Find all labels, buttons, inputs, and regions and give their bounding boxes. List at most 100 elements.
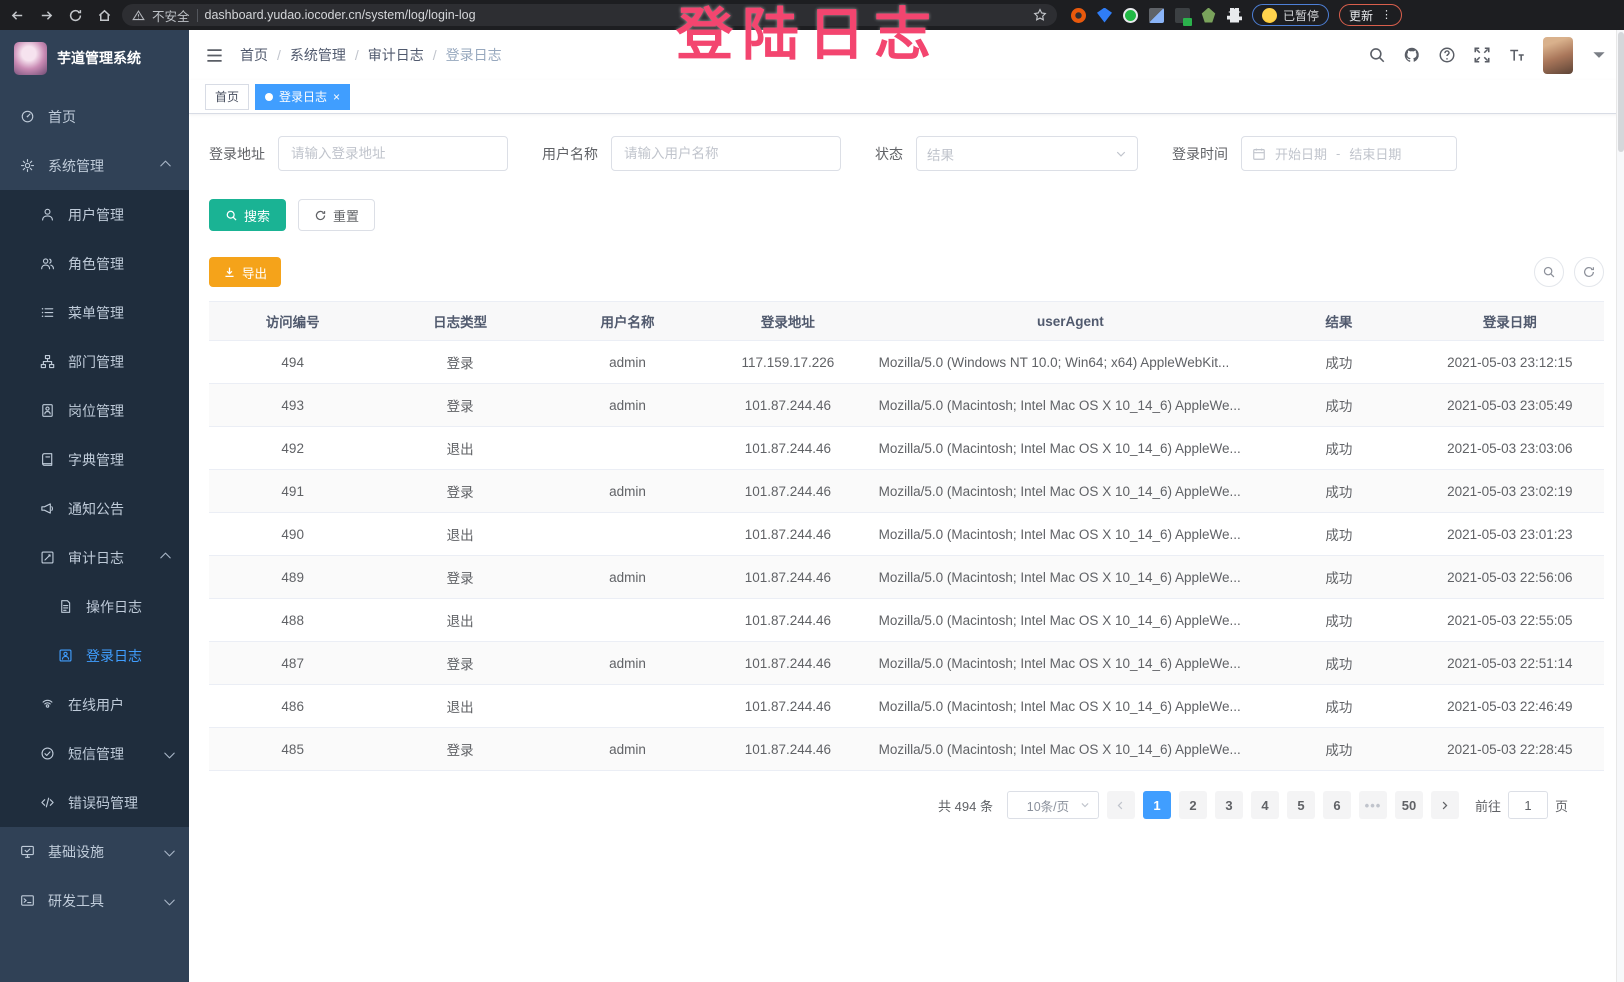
sidebar-logo-row[interactable]: 芋道管理系统: [0, 30, 189, 86]
address-bar[interactable]: 不安全 dashboard.yudao.iocoder.cn/system/lo…: [122, 4, 1057, 26]
breadcrumb-item[interactable]: 首页: [240, 45, 268, 65]
sidebar-item-dict-management[interactable]: 字典管理: [0, 435, 189, 484]
font-size-icon[interactable]: [1508, 46, 1526, 64]
sidebar-item-error-code-management[interactable]: 错误码管理: [0, 778, 189, 827]
table-row: 493登录admin101.87.244.46Mozilla/5.0 (Maci…: [209, 384, 1604, 427]
table-row: 491登录admin101.87.244.46Mozilla/5.0 (Maci…: [209, 470, 1604, 513]
username-label: 用户名称: [542, 144, 598, 164]
table-header-row: 访问编号日志类型用户名称登录地址userAgent结果登录日期: [209, 302, 1604, 341]
page-size-select[interactable]: 10条/页: [1007, 791, 1099, 819]
tag-item[interactable]: 首页: [205, 84, 249, 110]
page-ellipsis[interactable]: •••: [1359, 791, 1387, 819]
cell-result: 成功: [1262, 728, 1415, 771]
breadcrumb-item[interactable]: 系统管理: [290, 45, 346, 65]
online-users-icon: [40, 697, 55, 712]
breadcrumb: 首页/系统管理/审计日志/登录日志: [240, 45, 502, 65]
cell-type: 登录: [376, 384, 543, 427]
select-chevron-down-icon: [1115, 148, 1127, 160]
sidebar-item-role-management[interactable]: 角色管理: [0, 239, 189, 288]
bookmark-star-icon[interactable]: [1033, 8, 1047, 22]
login-time-range-picker[interactable]: 开始日期 - 结束日期: [1241, 136, 1457, 171]
sidebar-item-home[interactable]: 首页: [0, 92, 189, 141]
breadcrumb-item[interactable]: 审计日志: [368, 45, 424, 65]
sidebar-item-post-management[interactable]: 岗位管理: [0, 386, 189, 435]
cell-username: admin: [544, 728, 711, 771]
extension-icon-gem[interactable]: [1097, 8, 1112, 23]
user-management-icon: [40, 207, 55, 222]
page-button-3[interactable]: 3: [1215, 791, 1243, 819]
window-scrollbar[interactable]: [1616, 30, 1624, 982]
sidebar-item-label: 研发工具: [48, 891, 104, 911]
sidebar-item-menu-management[interactable]: 菜单管理: [0, 288, 189, 337]
tag-close-icon[interactable]: ×: [333, 91, 340, 103]
cell-date: 2021-05-03 22:56:06: [1416, 556, 1604, 599]
browser-reload-icon[interactable]: [68, 8, 83, 23]
status-select[interactable]: 结果: [916, 136, 1138, 171]
app-logo: [14, 42, 47, 75]
cell-type: 退出: [376, 685, 543, 728]
sidebar-item-audit-log[interactable]: 审计日志: [0, 533, 189, 582]
cell-ip: 101.87.244.46: [711, 599, 864, 642]
start-date-placeholder: 开始日期: [1275, 144, 1327, 163]
github-icon[interactable]: [1403, 46, 1421, 64]
cell-result: 成功: [1262, 513, 1415, 556]
update-button[interactable]: 更新 ⋮: [1339, 4, 1402, 26]
hamburger-icon[interactable]: [205, 46, 224, 65]
sidebar-item-notice-announcement[interactable]: 通知公告: [0, 484, 189, 533]
page-button-4[interactable]: 4: [1251, 791, 1279, 819]
extension-icon-grid[interactable]: [1149, 8, 1164, 23]
sidebar-item-operation-log[interactable]: 操作日志: [0, 582, 189, 631]
refresh-table-tool-button[interactable]: [1574, 257, 1604, 287]
cell-date: 2021-05-03 22:51:14: [1416, 642, 1604, 685]
sidebar-item-dept-management[interactable]: 部门管理: [0, 337, 189, 386]
page-button-2[interactable]: 2: [1179, 791, 1207, 819]
tag-active[interactable]: 登录日志×: [255, 84, 350, 110]
extension-icon-orange[interactable]: [1071, 8, 1086, 23]
browser-forward-icon[interactable]: [39, 8, 54, 23]
home-icon: [20, 109, 35, 124]
browser-menu-kebab-icon[interactable]: ⋮: [1381, 10, 1392, 21]
username-input[interactable]: [611, 136, 841, 171]
extension-icon-puzzle[interactable]: [1227, 8, 1242, 23]
scrollbar-thumb[interactable]: [1618, 32, 1624, 152]
sidebar-item-user-management[interactable]: 用户管理: [0, 190, 189, 239]
export-button[interactable]: 导出: [209, 257, 281, 287]
cell-result: 成功: [1262, 642, 1415, 685]
extension-icon-green-circle[interactable]: [1123, 8, 1138, 23]
cell-username: [544, 513, 711, 556]
sidebar-item-online-users[interactable]: 在线用户: [0, 680, 189, 729]
cell-result: 成功: [1262, 341, 1415, 384]
sidebar-item-system-management[interactable]: 系统管理: [0, 141, 189, 190]
sidebar-item-infrastructure[interactable]: 基础设施: [0, 827, 189, 876]
sidebar-item-dev-tools[interactable]: 研发工具: [0, 876, 189, 925]
cell-id: 494: [209, 341, 376, 384]
fullscreen-icon[interactable]: [1473, 46, 1491, 64]
profile-chip[interactable]: 已暂停: [1252, 4, 1329, 26]
post-management-icon: [40, 403, 55, 418]
breadcrumb-separator: /: [433, 47, 437, 63]
cell-ip: 101.87.244.46: [711, 384, 864, 427]
toggle-search-tool-button[interactable]: [1534, 257, 1564, 287]
page-button-1[interactable]: 1: [1143, 791, 1171, 819]
extension-icon-list-on[interactable]: [1175, 8, 1190, 23]
prev-page-button[interactable]: [1107, 791, 1135, 819]
reset-button[interactable]: 重置: [298, 199, 375, 231]
help-icon[interactable]: [1438, 46, 1456, 64]
search-button[interactable]: 搜索: [209, 199, 286, 231]
page-button-50[interactable]: 50: [1395, 791, 1423, 819]
login-address-input[interactable]: [278, 136, 508, 171]
cell-user-agent: Mozilla/5.0 (Macintosh; Intel Mac OS X 1…: [865, 513, 1263, 556]
user-avatar[interactable]: [1543, 37, 1573, 74]
extension-icon-leaf[interactable]: [1201, 8, 1216, 23]
page-button-6[interactable]: 6: [1323, 791, 1351, 819]
browser-back-icon[interactable]: [10, 8, 25, 23]
sidebar-item-login-log[interactable]: 登录日志: [0, 631, 189, 680]
sidebar-item-sms-management[interactable]: 短信管理: [0, 729, 189, 778]
chevron-down-icon[interactable]: [1590, 46, 1608, 64]
browser-home-icon[interactable]: [97, 8, 112, 23]
table-row: 494登录admin117.159.17.226Mozilla/5.0 (Win…: [209, 341, 1604, 384]
page-button-5[interactable]: 5: [1287, 791, 1315, 819]
next-page-button[interactable]: [1431, 791, 1459, 819]
goto-page-input[interactable]: [1508, 791, 1548, 819]
search-icon[interactable]: [1368, 46, 1386, 64]
